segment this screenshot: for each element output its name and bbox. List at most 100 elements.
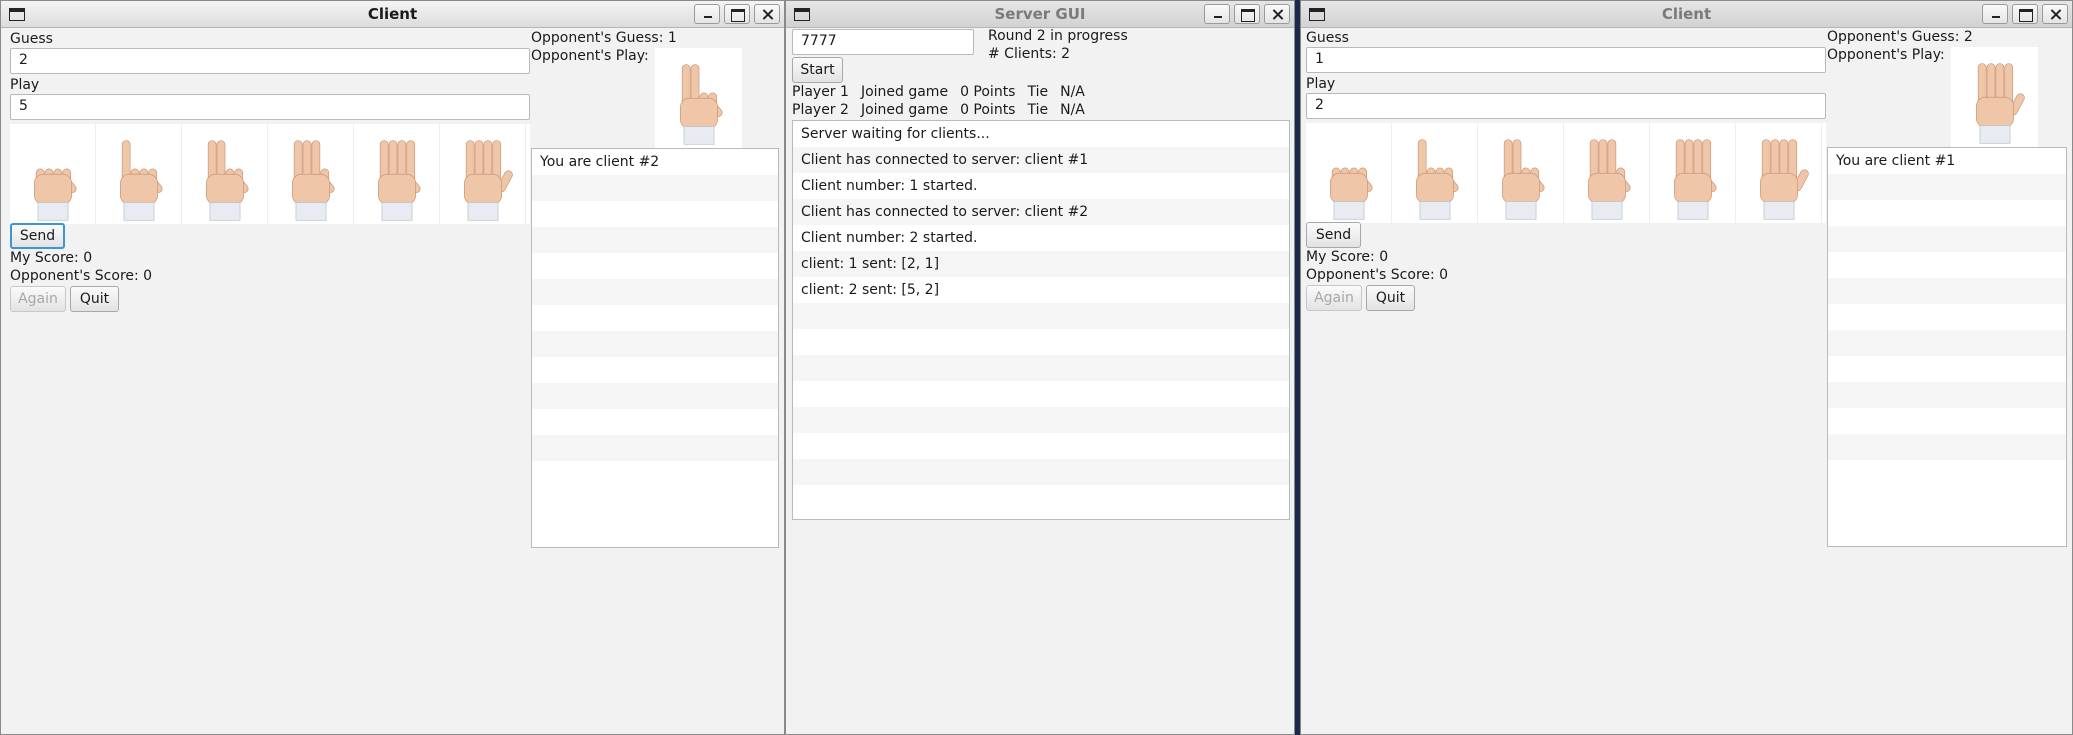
list-item[interactable] (532, 227, 778, 253)
list-item[interactable] (1828, 226, 2066, 252)
play-label: Play (10, 77, 40, 93)
list-item[interactable] (1828, 200, 2066, 226)
close-icon[interactable] (1264, 4, 1290, 24)
three-fingers-icon[interactable] (268, 124, 354, 224)
list-item[interactable] (1828, 252, 2066, 278)
one-finger-icon[interactable] (96, 124, 182, 224)
minimize-icon[interactable] (1204, 4, 1230, 24)
player-status: Joined game (860, 102, 949, 118)
maximize-icon[interactable] (724, 4, 750, 24)
list-item[interactable]: Server waiting for clients... (793, 121, 1289, 147)
list-item[interactable] (532, 253, 778, 279)
list-item[interactable] (1828, 382, 2066, 408)
opponent-play-label: Opponent's Play: (531, 48, 649, 64)
again-button[interactable]: Again (10, 286, 66, 312)
server-window: Server GUI 7777 Round 2 in progress # Cl… (785, 0, 1295, 735)
guess-label: Guess (10, 31, 53, 47)
play-input[interactable]: 5 (10, 94, 530, 120)
list-item[interactable] (793, 303, 1289, 329)
opponent-guess: Opponent's Guess: 2 (1827, 29, 1973, 45)
list-item[interactable] (793, 381, 1289, 407)
list-item[interactable] (793, 433, 1289, 459)
list-item[interactable]: client: 1 sent: [2, 1] (793, 251, 1289, 277)
server-log-list[interactable]: Server waiting for clients... Client has … (792, 120, 1290, 520)
send-button[interactable]: Send (10, 223, 65, 249)
list-item[interactable] (793, 485, 1289, 511)
list-item[interactable] (532, 435, 778, 461)
opponent-five-fingers-icon (1951, 47, 2038, 147)
fist-icon[interactable] (10, 124, 96, 224)
quit-button[interactable]: Quit (70, 286, 119, 312)
port-input[interactable]: 7777 (792, 29, 974, 55)
close-icon[interactable] (754, 4, 780, 24)
list-item[interactable] (793, 459, 1289, 485)
list-item[interactable] (1828, 356, 2066, 382)
window-title: Client (367, 5, 418, 23)
five-fingers-icon[interactable] (440, 124, 526, 224)
list-item[interactable] (1828, 408, 2066, 434)
list-item[interactable] (1828, 434, 2066, 460)
send-button[interactable]: Send (1306, 222, 1361, 248)
four-fingers-icon[interactable] (1650, 123, 1736, 223)
start-button[interactable]: Start (792, 57, 843, 83)
opponent-guess: Opponent's Guess: 1 (531, 30, 677, 46)
guess-input[interactable]: 1 (1306, 47, 1826, 73)
list-item[interactable] (793, 355, 1289, 381)
titlebar[interactable]: Server GUI (786, 1, 1294, 28)
client-window-left: Client Guess 2 Play 5 Send My Score: 0 O… (0, 0, 785, 735)
list-item[interactable] (1828, 330, 2066, 356)
guess-label: Guess (1306, 30, 1349, 46)
player-name: Player 1 (792, 84, 849, 100)
maximize-icon[interactable] (1234, 4, 1260, 24)
five-fingers-icon[interactable] (1736, 123, 1822, 223)
close-icon[interactable] (2042, 4, 2068, 24)
list-item[interactable] (793, 407, 1289, 433)
list-item[interactable]: client: 2 sent: [5, 2] (793, 277, 1289, 303)
list-item[interactable] (532, 331, 778, 357)
player-extra: N/A (1060, 84, 1085, 100)
four-fingers-icon[interactable] (354, 124, 440, 224)
player-points: 0 Points (960, 102, 1016, 118)
two-fingers-icon[interactable] (1478, 123, 1564, 223)
titlebar[interactable]: Client (1, 1, 784, 28)
list-item[interactable]: Client has connected to server: client #… (793, 199, 1289, 225)
list-item[interactable] (1828, 174, 2066, 200)
list-item[interactable] (793, 329, 1289, 355)
three-fingers-icon[interactable] (1564, 123, 1650, 223)
list-item[interactable]: Client number: 2 started. (793, 225, 1289, 251)
play-label: Play (1306, 76, 1336, 92)
opponent-score: Opponent's Score: 0 (10, 268, 153, 284)
minimize-icon[interactable] (694, 4, 720, 24)
quit-button[interactable]: Quit (1366, 285, 1415, 311)
two-fingers-icon[interactable] (182, 124, 268, 224)
list-item[interactable] (532, 175, 778, 201)
guess-input[interactable]: 2 (10, 48, 530, 74)
opponent-score: Opponent's Score: 0 (1306, 267, 1449, 283)
player-name: Player 2 (792, 102, 849, 118)
opponent-play-label: Opponent's Play: (1827, 47, 1945, 63)
list-item[interactable] (532, 383, 778, 409)
fist-icon[interactable] (1306, 123, 1392, 223)
player-result: Tie (1027, 84, 1049, 100)
my-score: My Score: 0 (10, 250, 93, 266)
client-message-list[interactable]: You are client #1 (1827, 147, 2067, 547)
list-item[interactable]: Client has connected to server: client #… (793, 147, 1289, 173)
list-item[interactable] (532, 279, 778, 305)
list-item[interactable] (532, 201, 778, 227)
titlebar[interactable]: Client (1301, 1, 2072, 28)
player-result: Tie (1027, 102, 1049, 118)
list-item[interactable]: You are client #2 (532, 149, 778, 175)
list-item[interactable]: Client number: 1 started. (793, 173, 1289, 199)
again-button[interactable]: Again (1306, 285, 1362, 311)
maximize-icon[interactable] (2012, 4, 2038, 24)
one-finger-icon[interactable] (1392, 123, 1478, 223)
client-message-list[interactable]: You are client #2 (531, 148, 779, 548)
minimize-icon[interactable] (1982, 4, 2008, 24)
list-item[interactable] (532, 357, 778, 383)
list-item[interactable] (532, 305, 778, 331)
list-item[interactable] (532, 409, 778, 435)
list-item[interactable] (1828, 304, 2066, 330)
play-input[interactable]: 2 (1306, 93, 1826, 119)
list-item[interactable] (1828, 278, 2066, 304)
list-item[interactable]: You are client #1 (1828, 148, 2066, 174)
